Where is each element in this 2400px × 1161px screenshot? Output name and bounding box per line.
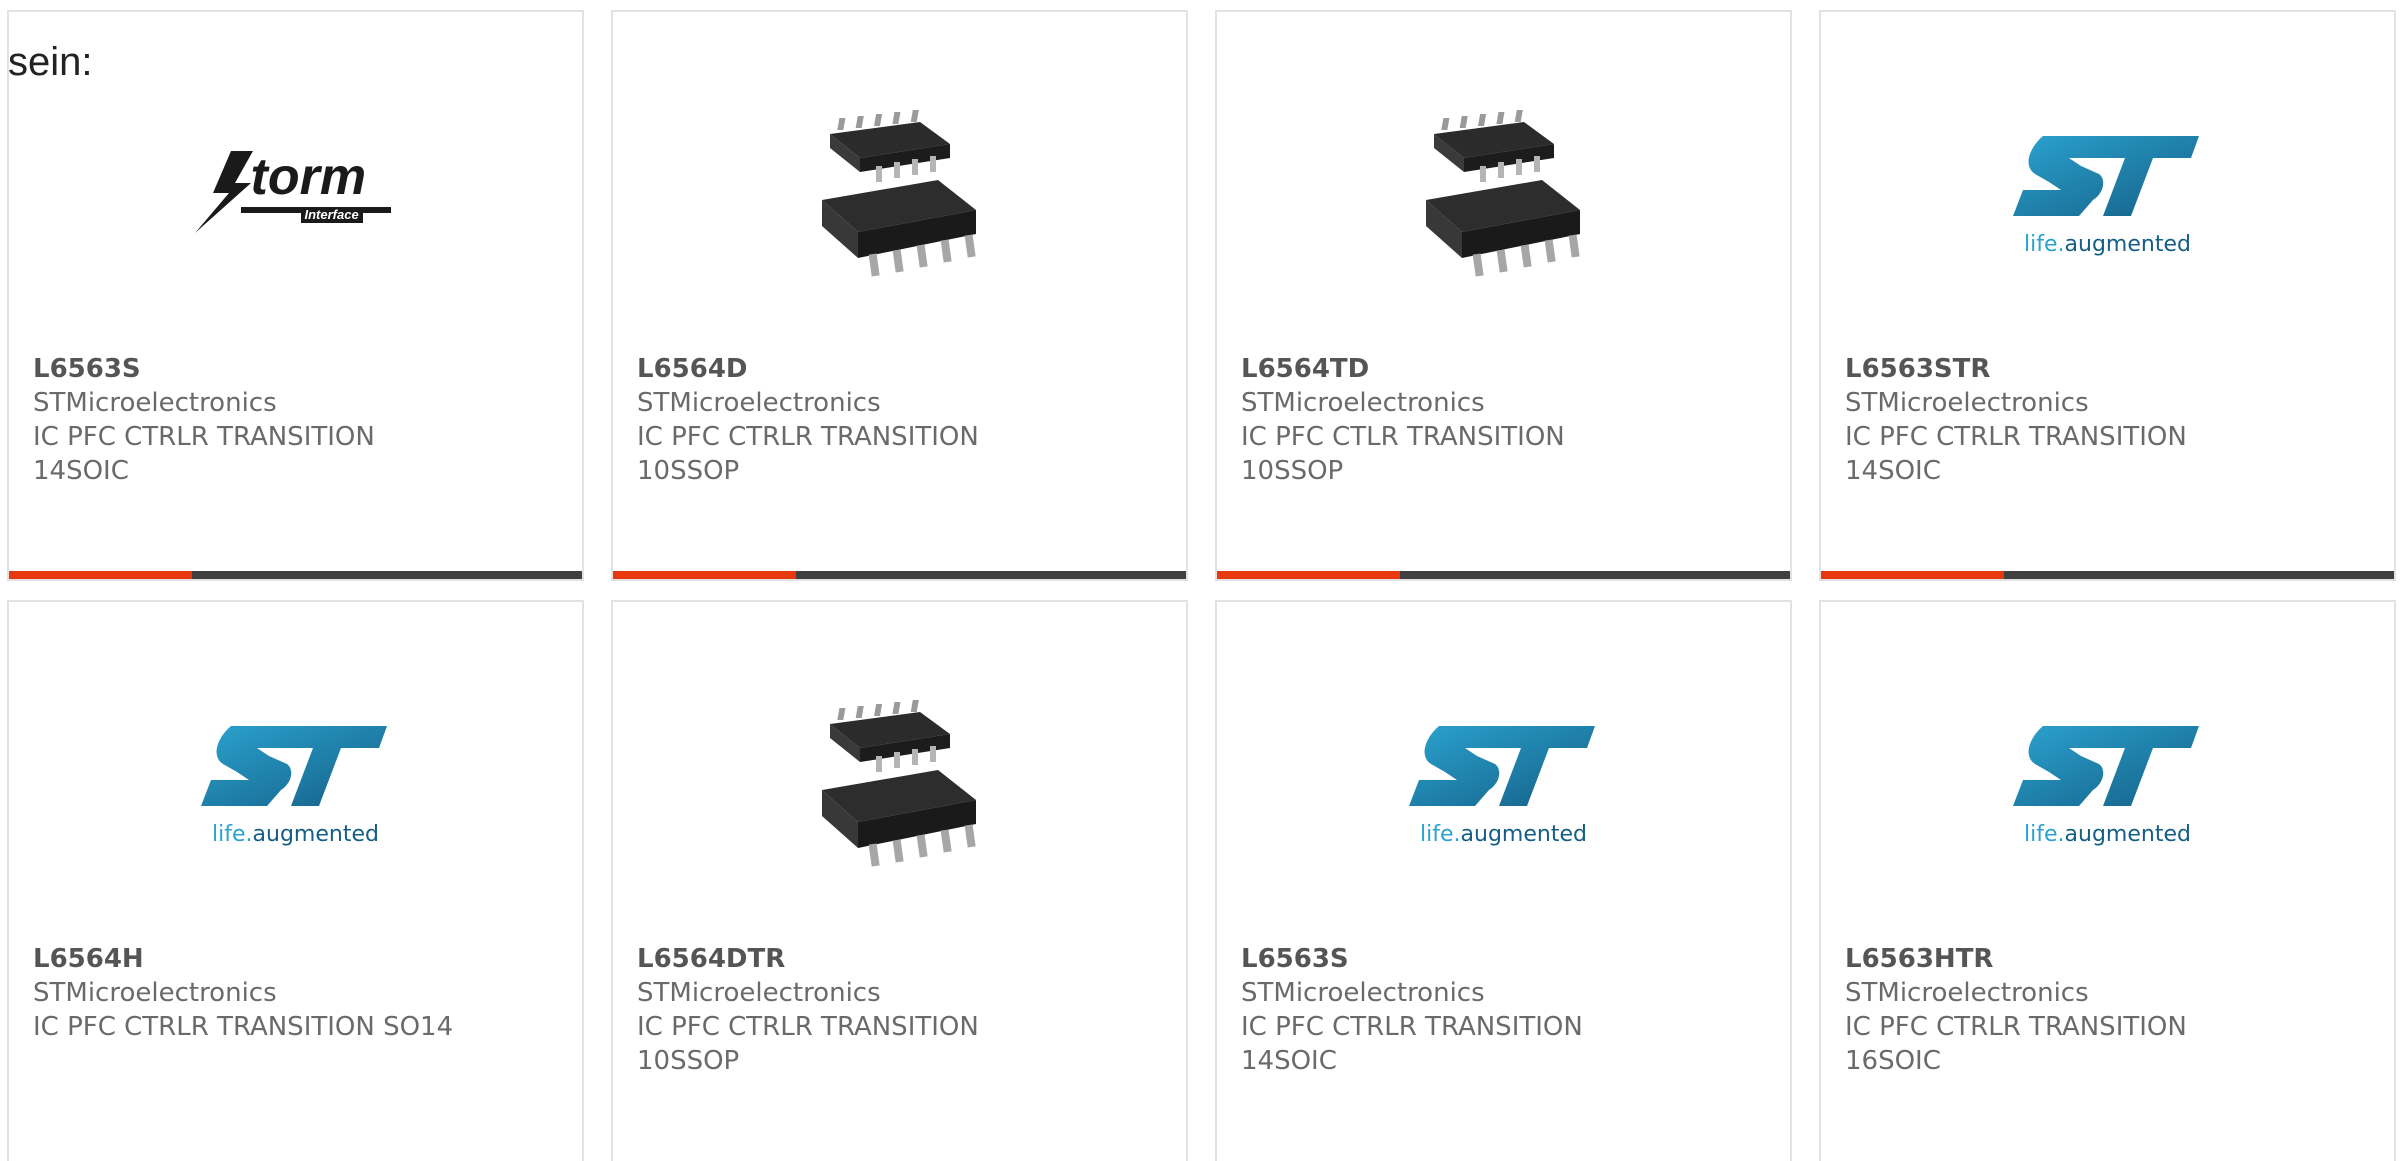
description-line-1: IC PFC CTLR TRANSITION [1241, 422, 1565, 452]
description-line-2: 10SSOP [637, 456, 740, 486]
product-grid-page: sein: torm Interface L6563S STMicroelect… [0, 0, 2400, 1161]
card-bottom-bar [9, 571, 582, 579]
st-logo: life.augmented [1399, 718, 1609, 847]
storm-interface-logo: torm Interface [191, 147, 401, 237]
st-tagline: life.augmented [1420, 822, 1587, 847]
description-line-1: IC PFC CTRLR TRANSITION [637, 422, 979, 452]
part-number[interactable]: L6564TD [1241, 352, 1770, 386]
ic-chip-icon [1404, 92, 1604, 292]
part-number[interactable]: L6564DTR [637, 942, 1166, 976]
st-logo: life.augmented [2003, 128, 2213, 257]
product-image [613, 682, 1186, 882]
product-card[interactable]: L6564D STMicroelectronics IC PFC CTRLR T… [611, 10, 1188, 581]
product-card[interactable]: life.augmented L6563STR STMicroelectroni… [1819, 10, 2396, 581]
storm-logo-subtitle: Interface [300, 207, 363, 223]
description-line-2: 10SSOP [637, 1046, 740, 1076]
product-image: life.augmented [1821, 92, 2394, 292]
manufacturer: STMicroelectronics [33, 978, 277, 1008]
st-tagline-augmented: augmented [1460, 821, 1587, 847]
product-image: life.augmented [1821, 682, 2394, 882]
description-line-1: IC PFC CTRLR TRANSITION [637, 1012, 979, 1042]
card-accent-bar [1217, 571, 1400, 579]
st-logo-icon [191, 718, 401, 828]
part-number[interactable]: L6563S [1241, 942, 1770, 976]
st-tagline: life.augmented [212, 822, 379, 847]
ic-chip-icon [800, 92, 1000, 292]
st-tagline-augmented: augmented [2064, 821, 2191, 847]
manufacturer: STMicroelectronics [1845, 978, 2089, 1008]
description-line-2: 16SOIC [1845, 1046, 1941, 1076]
st-tagline-augmented: augmented [2064, 231, 2191, 257]
st-tagline-life: life. [212, 821, 253, 847]
manufacturer: STMicroelectronics [1845, 388, 2089, 418]
st-tagline-augmented: augmented [252, 821, 379, 847]
st-tagline-life: life. [1420, 821, 1461, 847]
product-image: life.augmented [9, 682, 582, 882]
st-logo: life.augmented [191, 718, 401, 847]
part-number[interactable]: L6563S [33, 352, 562, 386]
part-number[interactable]: L6564D [637, 352, 1166, 386]
product-card[interactable]: L6564DTR STMicroelectronics IC PFC CTRLR… [611, 600, 1188, 1161]
description-line-2: 14SOIC [1241, 1046, 1337, 1076]
description-line-1: IC PFC CTRLR TRANSITION [1241, 1012, 1583, 1042]
manufacturer: STMicroelectronics [1241, 388, 1485, 418]
st-tagline: life.augmented [2024, 232, 2191, 257]
st-tagline-life: life. [2024, 821, 2065, 847]
card-accent-bar [613, 571, 796, 579]
product-image: torm Interface [9, 92, 582, 292]
product-info: L6564DTR STMicroelectronics IC PFC CTRLR… [637, 942, 1166, 1078]
product-card[interactable]: life.augmented L6563HTR STMicroelectroni… [1819, 600, 2396, 1161]
product-card[interactable]: life.augmented L6564H STMicroelectronics… [7, 600, 584, 1161]
description-line-1: IC PFC CTRLR TRANSITION [1845, 1012, 2187, 1042]
description-line-1: IC PFC CTRLR TRANSITION SO14 [33, 1012, 454, 1042]
product-info: L6563HTR STMicroelectronics IC PFC CTRLR… [1845, 942, 2374, 1078]
product-info: L6564D STMicroelectronics IC PFC CTRLR T… [637, 352, 1166, 488]
storm-logo-title: torm [250, 148, 367, 206]
product-image: life.augmented [1217, 682, 1790, 882]
part-number[interactable]: L6563STR [1845, 352, 2374, 386]
product-info: L6564H STMicroelectronics IC PFC CTRLR T… [33, 942, 562, 1044]
card-bottom-bar [1821, 571, 2394, 579]
card-bottom-bar [613, 571, 1186, 579]
manufacturer: STMicroelectronics [637, 978, 881, 1008]
part-number[interactable]: L6563HTR [1845, 942, 2374, 976]
st-logo-icon [2003, 128, 2213, 238]
product-card[interactable]: life.augmented L6563S STMicroelectronics… [1215, 600, 1792, 1161]
product-info: L6563S STMicroelectronics IC PFC CTRLR T… [1241, 942, 1770, 1078]
product-image [1217, 92, 1790, 292]
product-image [613, 92, 1186, 292]
st-logo: life.augmented [2003, 718, 2213, 847]
card-accent-bar [9, 571, 192, 579]
description-line-2: 14SOIC [1845, 456, 1941, 486]
description-line-1: IC PFC CTRLR TRANSITION [33, 422, 375, 452]
manufacturer: STMicroelectronics [1241, 978, 1485, 1008]
description-line-2: 14SOIC [33, 456, 129, 486]
description-line-2: 10SSOP [1241, 456, 1344, 486]
description-line-1: IC PFC CTRLR TRANSITION [1845, 422, 2187, 452]
st-tagline: life.augmented [2024, 822, 2191, 847]
product-info: L6563S STMicroelectronics IC PFC CTRLR T… [33, 352, 562, 488]
st-logo-icon [2003, 718, 2213, 828]
ic-chip-icon [800, 682, 1000, 882]
card-accent-bar [1821, 571, 2004, 579]
part-number[interactable]: L6564H [33, 942, 562, 976]
st-tagline-life: life. [2024, 231, 2065, 257]
product-info: L6564TD STMicroelectronics IC PFC CTLR T… [1241, 352, 1770, 488]
st-logo-icon [1399, 718, 1609, 828]
product-card[interactable]: torm Interface L6563S STMicroelectronics… [7, 10, 584, 581]
card-bottom-bar [1217, 571, 1790, 579]
product-card[interactable]: L6564TD STMicroelectronics IC PFC CTLR T… [1215, 10, 1792, 581]
manufacturer: STMicroelectronics [637, 388, 881, 418]
product-info: L6563STR STMicroelectronics IC PFC CTRLR… [1845, 352, 2374, 488]
manufacturer: STMicroelectronics [33, 388, 277, 418]
section-heading: sein: [8, 40, 93, 84]
